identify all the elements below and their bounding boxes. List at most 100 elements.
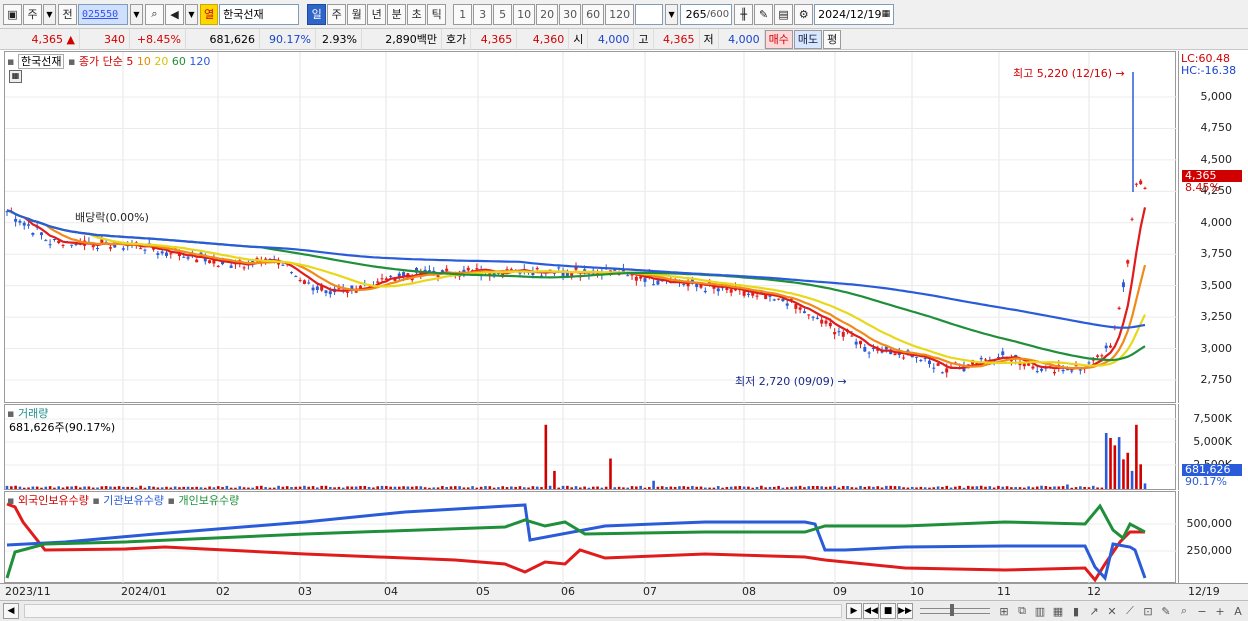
chevron-down-icon[interactable]: ▼ (43, 3, 56, 25)
buy-button[interactable]: 매수 (764, 29, 793, 49)
scroll-left-icon[interactable]: ◀ (3, 603, 19, 619)
badge-button[interactable]: 열 (200, 3, 219, 25)
minus-icon[interactable]: − (1194, 602, 1210, 620)
candle-icon[interactable]: ╫ (734, 3, 754, 25)
font-icon[interactable]: A (1230, 602, 1246, 620)
date-tick: 12/19 (1188, 585, 1220, 598)
candle-body (1100, 355, 1104, 357)
scroll-track[interactable] (24, 604, 842, 618)
search-icon[interactable]: ⌕ (145, 3, 164, 25)
period-tab-5[interactable]: 초 (407, 3, 427, 25)
volume-bar (716, 486, 720, 489)
prev-button[interactable]: 전 (58, 3, 77, 25)
volume-bar (966, 485, 970, 489)
window-icon[interactable]: ▣ (3, 3, 22, 25)
eval-button[interactable]: 평 (823, 29, 842, 49)
price-tick: 4,750 (1200, 121, 1233, 135)
gear-icon[interactable]: ⚙ (794, 3, 814, 25)
pane-handle-icon[interactable]: ▪ (168, 494, 175, 507)
layout-icon[interactable]: ⊞ (996, 602, 1012, 620)
pane-handle-icon[interactable]: ▪ (7, 494, 14, 507)
volume-bar (130, 486, 134, 489)
volume-bar (798, 485, 802, 489)
bar-chart-icon[interactable]: ▮ (1068, 602, 1084, 620)
draw-icon[interactable]: ✎ (1158, 602, 1174, 620)
candle-body (27, 224, 31, 226)
photo-icon[interactable]: ⊡ (1140, 602, 1156, 620)
zoom-icon[interactable]: ⌕ (1176, 602, 1192, 620)
volume-bar (902, 487, 905, 489)
table-icon[interactable]: ▦ (9, 70, 22, 83)
volume-bar (669, 486, 673, 489)
split-icon[interactable]: ▥ (1032, 602, 1048, 620)
volume-bar (1044, 486, 1048, 489)
stock-name-field: 한국선재 (219, 3, 300, 25)
volume-bar (100, 486, 104, 489)
volume-bar (53, 487, 56, 489)
zoom-slider[interactable] (920, 604, 990, 616)
volume-bar (1010, 487, 1013, 489)
candle-body (764, 294, 768, 300)
type-selector[interactable]: 주 (23, 3, 42, 25)
candle-body (445, 268, 449, 271)
chevron-down-icon[interactable]: ▼ (185, 3, 198, 25)
period-tab-2[interactable]: 월 (347, 3, 367, 25)
measure-icon[interactable]: ⟋ (1122, 602, 1138, 620)
volume-pane[interactable]: ▪ 거래량 681,626주(90.17%) (4, 404, 1177, 491)
interval-button-6[interactable]: 60 (582, 3, 605, 25)
ownership-pane[interactable]: ▪ 외국인보유수량 ▪ 기관보유수량 ▪ 개인보유수량 (4, 491, 1177, 584)
play-icon[interactable]: ▶▶ (897, 603, 913, 619)
volume-bar (742, 486, 746, 489)
period-tab-4[interactable]: 분 (387, 3, 407, 25)
volume-bar (165, 486, 168, 489)
calendar-icon[interactable]: ▦ (882, 9, 891, 19)
candle-body (1117, 307, 1121, 310)
interval-input[interactable] (635, 3, 664, 25)
pane-handle-icon[interactable]: ▪ (68, 55, 75, 68)
interval-button-7[interactable]: 120 (605, 3, 635, 25)
volume-bar (234, 487, 237, 489)
period-tab-6[interactable]: 틱 (427, 3, 447, 25)
volume-bar (656, 486, 660, 489)
draw-icon[interactable]: ✎ (754, 3, 774, 25)
candle-body (505, 269, 509, 271)
zoom-slider-handle[interactable] (950, 604, 954, 616)
copy-icon[interactable]: ⧉ (1014, 602, 1030, 620)
chevron-down-icon[interactable]: ▼ (130, 3, 143, 25)
plus-icon[interactable]: + (1212, 602, 1228, 620)
volume-bar (324, 485, 328, 489)
period-tab-3[interactable]: 년 (367, 3, 387, 25)
speaker-icon[interactable]: ◀ (165, 3, 184, 25)
interval-button-1[interactable]: 3 (473, 3, 493, 25)
stock-code-input[interactable]: 025550 (78, 3, 128, 25)
interval-button-3[interactable]: 10 (513, 3, 536, 25)
stop-icon[interactable]: ■ (880, 603, 896, 619)
interval-button-2[interactable]: 5 (493, 3, 513, 25)
chevron-down-icon[interactable]: ▼ (665, 3, 679, 25)
date-input[interactable]: 2024/12/19 ▦ (814, 3, 895, 25)
volume-bar (156, 487, 160, 489)
count-input[interactable]: 265 /600 (680, 3, 733, 25)
price-pane[interactable]: ▪ 한국선재 ▪ 종가 단순 5 10 20 60 120 ▦ 최고 5,220… (4, 51, 1177, 404)
interval-button-0[interactable]: 1 (453, 3, 473, 25)
interval-button-4[interactable]: 20 (536, 3, 559, 25)
interval-button-5[interactable]: 30 (559, 3, 582, 25)
period-tab-0[interactable]: 일 (307, 3, 327, 25)
scroll-right-icon[interactable]: ▶ (846, 603, 862, 619)
pane-handle-icon[interactable]: ▪ (92, 494, 99, 507)
trend-icon[interactable]: ↗ (1086, 602, 1102, 620)
candle-body (867, 352, 871, 354)
individual-label: 개인보유수량 (178, 494, 240, 507)
pane-handle-icon[interactable]: ▪ (7, 55, 14, 68)
volume-bar (617, 486, 621, 489)
grid-icon[interactable]: ▦ (1050, 602, 1066, 620)
cross-icon[interactable]: ✕ (1104, 602, 1120, 620)
period-tab-1[interactable]: 주 (327, 3, 347, 25)
save-icon[interactable]: ▤ (774, 3, 794, 25)
rewind-icon[interactable]: ◀◀ (863, 603, 879, 619)
volume-bar (1040, 485, 1043, 489)
volume-bar (859, 485, 862, 489)
candle-body (290, 272, 293, 274)
sell-button[interactable]: 매도 (793, 29, 823, 49)
volume-bar (61, 487, 65, 489)
